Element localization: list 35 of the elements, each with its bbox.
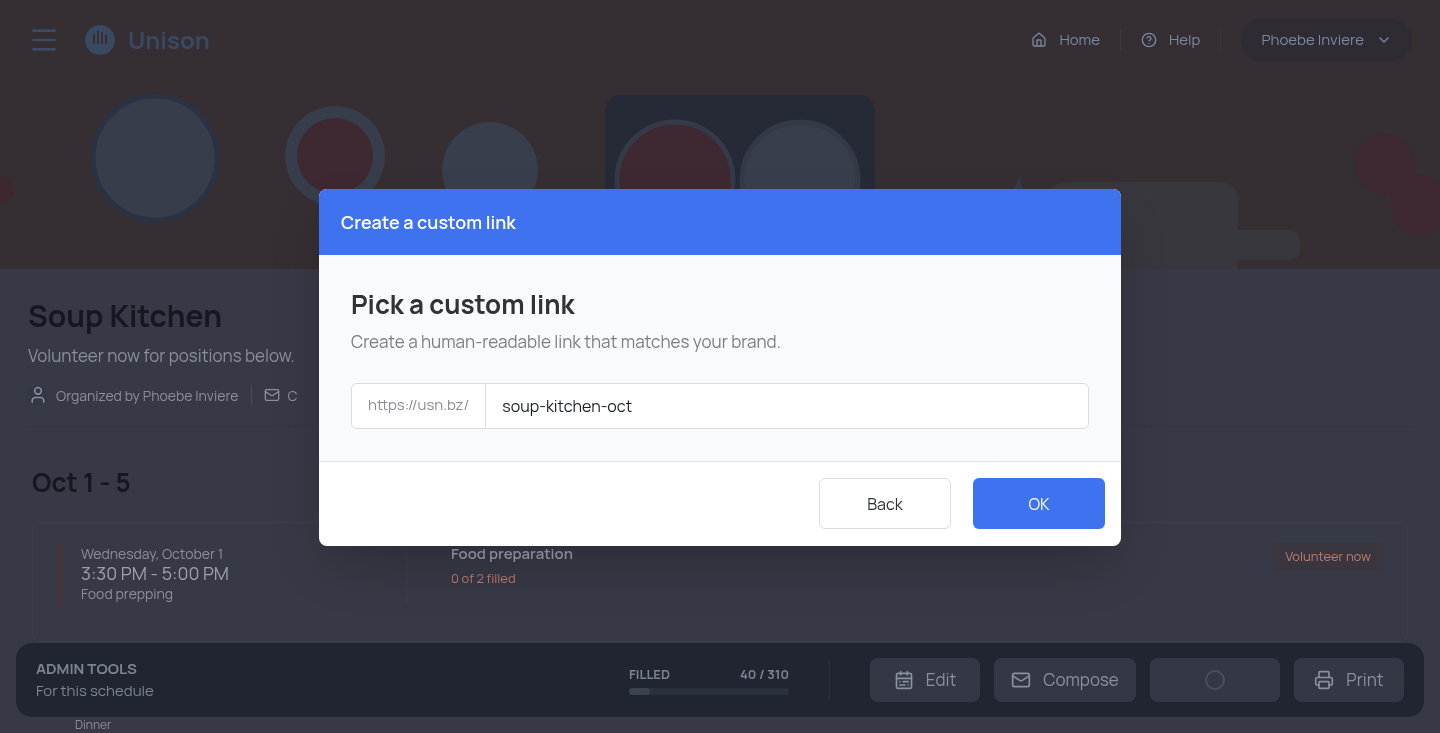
- dialog-heading: Pick a custom link: [351, 291, 576, 317]
- link-slug-input[interactable]: soup-kitchen-oct: [486, 383, 1088, 428]
- filled-label: FILLED: [629, 664, 671, 685]
- shift-date: Wednesday, October 1: [81, 544, 225, 563]
- spinner-icon: [1205, 670, 1225, 690]
- admin-title: ADMIN TOOLS: [36, 657, 138, 680]
- ok-button[interactable]: OK: [973, 478, 1105, 529]
- link-prefix: https://usn.bz/: [352, 383, 487, 428]
- contact-text: C: [287, 384, 298, 406]
- edit-button[interactable]: Edit: [870, 658, 980, 702]
- nav-link[interactable]: Home: [1011, 28, 1121, 52]
- mail-icon: [263, 387, 280, 403]
- admin-subtitle: For this schedule: [36, 680, 154, 703]
- position-name: Food preparation: [451, 542, 573, 565]
- dialog-title: Create a custom link: [341, 208, 516, 236]
- shift-note: Food prepping: [81, 584, 175, 603]
- print-button[interactable]: Print: [1294, 658, 1404, 702]
- home-icon: [1031, 32, 1048, 48]
- shift-time: 3:30 PM - 5:00 PM: [81, 562, 230, 585]
- user-menu-button[interactable]: Phoebe Inviere: [1241, 18, 1412, 62]
- link-input[interactable]: https://usn.bz/ soup-kitchen-oct: [351, 382, 1089, 429]
- printer-icon: [1314, 670, 1335, 690]
- shift-note: Dinner: [75, 719, 112, 731]
- compose-button[interactable]: Compose: [994, 658, 1136, 702]
- help-icon: [1141, 32, 1157, 48]
- loading-button[interactable]: [1150, 658, 1280, 702]
- filled-total: 40 / 310: [739, 664, 789, 685]
- filled-count: 0 of 2 filled: [451, 569, 517, 589]
- nav-link[interactable]: Help: [1121, 28, 1222, 52]
- mail-icon: [1011, 670, 1032, 690]
- dialog-description: Create a human-readable link that matches your brand.: [351, 329, 782, 355]
- volunteer-button[interactable]: Volunteer now: [1273, 542, 1383, 571]
- back-button[interactable]: Back: [819, 478, 951, 529]
- event-subtitle: Volunteer now for positions below.: [28, 343, 295, 369]
- organizer-text: Organized by Phoebe Inviere: [56, 384, 239, 406]
